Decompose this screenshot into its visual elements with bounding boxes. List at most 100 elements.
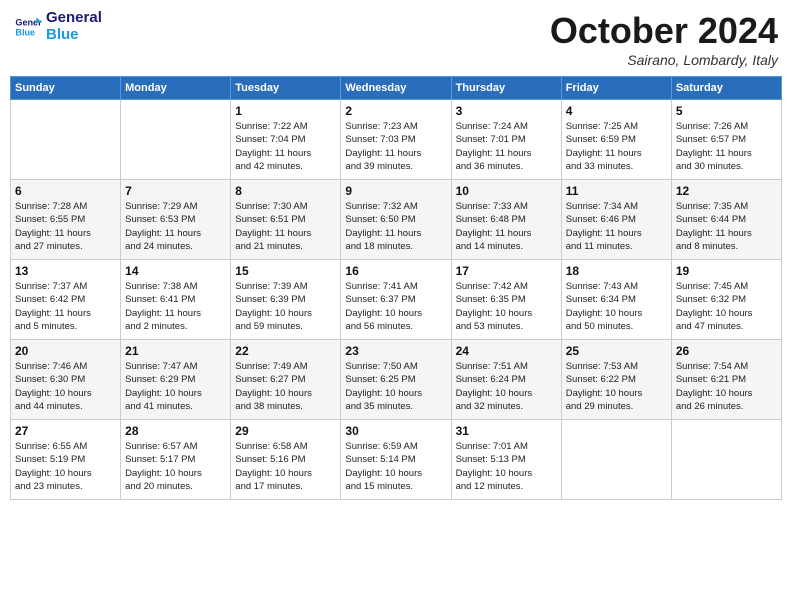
- day-number: 7: [125, 184, 226, 198]
- day-info: Sunrise: 7:22 AMSunset: 7:04 PMDaylight:…: [235, 120, 336, 173]
- calendar-cell: 9 Sunrise: 7:32 AMSunset: 6:50 PMDaylight…: [341, 180, 451, 260]
- logo: General Blue General Blue: [14, 10, 102, 43]
- day-info: Sunrise: 6:59 AMSunset: 5:14 PMDaylight:…: [345, 440, 446, 493]
- calendar-cell: 31 Sunrise: 7:01 AMSunset: 5:13 PMDayligh…: [451, 420, 561, 500]
- calendar-cell: 10 Sunrise: 7:33 AMSunset: 6:48 PMDayligh…: [451, 180, 561, 260]
- day-number: 26: [676, 344, 777, 358]
- day-number: 27: [15, 424, 116, 438]
- calendar-week-4: 20Sunrise: 7:46 AMSunset: 6:30 PMDayligh…: [11, 340, 782, 420]
- calendar-week-5: 27 Sunrise: 6:55 AMSunset: 5:19 PMDayligh…: [11, 420, 782, 500]
- calendar-cell: 30 Sunrise: 6:59 AMSunset: 5:14 PMDayligh…: [341, 420, 451, 500]
- day-number: 13: [15, 264, 116, 278]
- logo-icon: General Blue: [14, 13, 42, 41]
- day-number: 11: [566, 184, 667, 198]
- day-number: 19: [676, 264, 777, 278]
- calendar-cell: 13 Sunrise: 7:37 AMSunset: 6:42 PMDayligh…: [11, 260, 121, 340]
- day-number: 15: [235, 264, 336, 278]
- day-number: 2: [345, 104, 446, 118]
- weekday-monday: Monday: [121, 77, 231, 100]
- day-number: 31: [456, 424, 557, 438]
- calendar-cell: 12 Sunrise: 7:35 AMSunset: 6:44 PMDayligh…: [671, 180, 781, 260]
- calendar-cell: [671, 420, 781, 500]
- calendar-cell: 15Sunrise: 7:39 AMSunset: 6:39 PMDayligh…: [231, 260, 341, 340]
- weekday-thursday: Thursday: [451, 77, 561, 100]
- day-info: Sunrise: 7:49 AMSunset: 6:27 PMDaylight:…: [235, 360, 336, 413]
- page-header: General Blue General Blue October 2024 S…: [10, 10, 782, 68]
- day-info: Sunrise: 7:24 AMSunset: 7:01 PMDaylight:…: [456, 120, 557, 173]
- day-info: Sunrise: 7:42 AMSunset: 6:35 PMDaylight:…: [456, 280, 557, 333]
- calendar-table: SundayMondayTuesdayWednesdayThursdayFrid…: [10, 76, 782, 500]
- weekday-tuesday: Tuesday: [231, 77, 341, 100]
- day-info: Sunrise: 7:33 AMSunset: 6:48 PMDaylight:…: [456, 200, 557, 253]
- location: Sairano, Lombardy, Italy: [550, 52, 778, 68]
- calendar-cell: 2 Sunrise: 7:23 AMSunset: 7:03 PMDaylight…: [341, 100, 451, 180]
- calendar-cell: [121, 100, 231, 180]
- day-number: 1: [235, 104, 336, 118]
- day-number: 3: [456, 104, 557, 118]
- weekday-header-row: SundayMondayTuesdayWednesdayThursdayFrid…: [11, 77, 782, 100]
- day-number: 5: [676, 104, 777, 118]
- calendar-cell: 28Sunrise: 6:57 AMSunset: 5:17 PMDayligh…: [121, 420, 231, 500]
- day-info: Sunrise: 7:38 AMSunset: 6:41 PMDaylight:…: [125, 280, 226, 333]
- day-info: Sunrise: 7:29 AMSunset: 6:53 PMDaylight:…: [125, 200, 226, 253]
- calendar-cell: 20Sunrise: 7:46 AMSunset: 6:30 PMDayligh…: [11, 340, 121, 420]
- calendar-cell: 26Sunrise: 7:54 AMSunset: 6:21 PMDayligh…: [671, 340, 781, 420]
- day-number: 14: [125, 264, 226, 278]
- day-info: Sunrise: 7:43 AMSunset: 6:34 PMDaylight:…: [566, 280, 667, 333]
- day-number: 29: [235, 424, 336, 438]
- day-info: Sunrise: 7:26 AMSunset: 6:57 PMDaylight:…: [676, 120, 777, 173]
- day-info: Sunrise: 7:47 AMSunset: 6:29 PMDaylight:…: [125, 360, 226, 413]
- day-info: Sunrise: 6:58 AMSunset: 5:16 PMDaylight:…: [235, 440, 336, 493]
- day-number: 25: [566, 344, 667, 358]
- day-info: Sunrise: 7:46 AMSunset: 6:30 PMDaylight:…: [15, 360, 116, 413]
- calendar-cell: 8 Sunrise: 7:30 AMSunset: 6:51 PMDaylight…: [231, 180, 341, 260]
- day-info: Sunrise: 6:55 AMSunset: 5:19 PMDaylight:…: [15, 440, 116, 493]
- day-info: Sunrise: 7:30 AMSunset: 6:51 PMDaylight:…: [235, 200, 336, 253]
- calendar-cell: 27 Sunrise: 6:55 AMSunset: 5:19 PMDayligh…: [11, 420, 121, 500]
- calendar-cell: 5 Sunrise: 7:26 AMSunset: 6:57 PMDaylight…: [671, 100, 781, 180]
- calendar-cell: 29 Sunrise: 6:58 AMSunset: 5:16 PMDayligh…: [231, 420, 341, 500]
- title-block: October 2024 Sairano, Lombardy, Italy: [550, 10, 778, 68]
- day-number: 9: [345, 184, 446, 198]
- day-info: Sunrise: 7:51 AMSunset: 6:24 PMDaylight:…: [456, 360, 557, 413]
- calendar-cell: 17 Sunrise: 7:42 AMSunset: 6:35 PMDayligh…: [451, 260, 561, 340]
- day-info: Sunrise: 7:45 AMSunset: 6:32 PMDaylight:…: [676, 280, 777, 333]
- day-info: Sunrise: 7:50 AMSunset: 6:25 PMDaylight:…: [345, 360, 446, 413]
- day-info: Sunrise: 7:01 AMSunset: 5:13 PMDaylight:…: [456, 440, 557, 493]
- calendar-week-3: 13 Sunrise: 7:37 AMSunset: 6:42 PMDayligh…: [11, 260, 782, 340]
- calendar-cell: 16Sunrise: 7:41 AMSunset: 6:37 PMDayligh…: [341, 260, 451, 340]
- day-info: Sunrise: 7:37 AMSunset: 6:42 PMDaylight:…: [15, 280, 116, 333]
- svg-text:Blue: Blue: [15, 27, 35, 37]
- calendar-cell: 1 Sunrise: 7:22 AMSunset: 7:04 PMDaylight…: [231, 100, 341, 180]
- day-number: 10: [456, 184, 557, 198]
- day-number: 17: [456, 264, 557, 278]
- day-number: 28: [125, 424, 226, 438]
- day-info: Sunrise: 7:23 AMSunset: 7:03 PMDaylight:…: [345, 120, 446, 173]
- calendar-cell: 11 Sunrise: 7:34 AMSunset: 6:46 PMDayligh…: [561, 180, 671, 260]
- calendar-cell: 3 Sunrise: 7:24 AMSunset: 7:01 PMDaylight…: [451, 100, 561, 180]
- day-info: Sunrise: 7:32 AMSunset: 6:50 PMDaylight:…: [345, 200, 446, 253]
- month-title: October 2024: [550, 10, 778, 52]
- day-number: 18: [566, 264, 667, 278]
- weekday-wednesday: Wednesday: [341, 77, 451, 100]
- day-number: 6: [15, 184, 116, 198]
- day-number: 24: [456, 344, 557, 358]
- logo-line1: General: [46, 10, 102, 27]
- calendar-cell: 14 Sunrise: 7:38 AMSunset: 6:41 PMDayligh…: [121, 260, 231, 340]
- day-number: 22: [235, 344, 336, 358]
- logo-line2: Blue: [46, 27, 102, 44]
- calendar-week-1: 1 Sunrise: 7:22 AMSunset: 7:04 PMDaylight…: [11, 100, 782, 180]
- day-number: 8: [235, 184, 336, 198]
- day-number: 30: [345, 424, 446, 438]
- day-info: Sunrise: 7:41 AMSunset: 6:37 PMDaylight:…: [345, 280, 446, 333]
- calendar-cell: 4Sunrise: 7:25 AMSunset: 6:59 PMDaylight…: [561, 100, 671, 180]
- calendar-cell: 25 Sunrise: 7:53 AMSunset: 6:22 PMDayligh…: [561, 340, 671, 420]
- day-info: Sunrise: 7:35 AMSunset: 6:44 PMDaylight:…: [676, 200, 777, 253]
- calendar-cell: 6Sunrise: 7:28 AMSunset: 6:55 PMDaylight…: [11, 180, 121, 260]
- day-number: 12: [676, 184, 777, 198]
- weekday-friday: Friday: [561, 77, 671, 100]
- day-info: Sunrise: 7:34 AMSunset: 6:46 PMDaylight:…: [566, 200, 667, 253]
- calendar-cell: 22 Sunrise: 7:49 AMSunset: 6:27 PMDayligh…: [231, 340, 341, 420]
- day-info: Sunrise: 7:53 AMSunset: 6:22 PMDaylight:…: [566, 360, 667, 413]
- day-number: 4: [566, 104, 667, 118]
